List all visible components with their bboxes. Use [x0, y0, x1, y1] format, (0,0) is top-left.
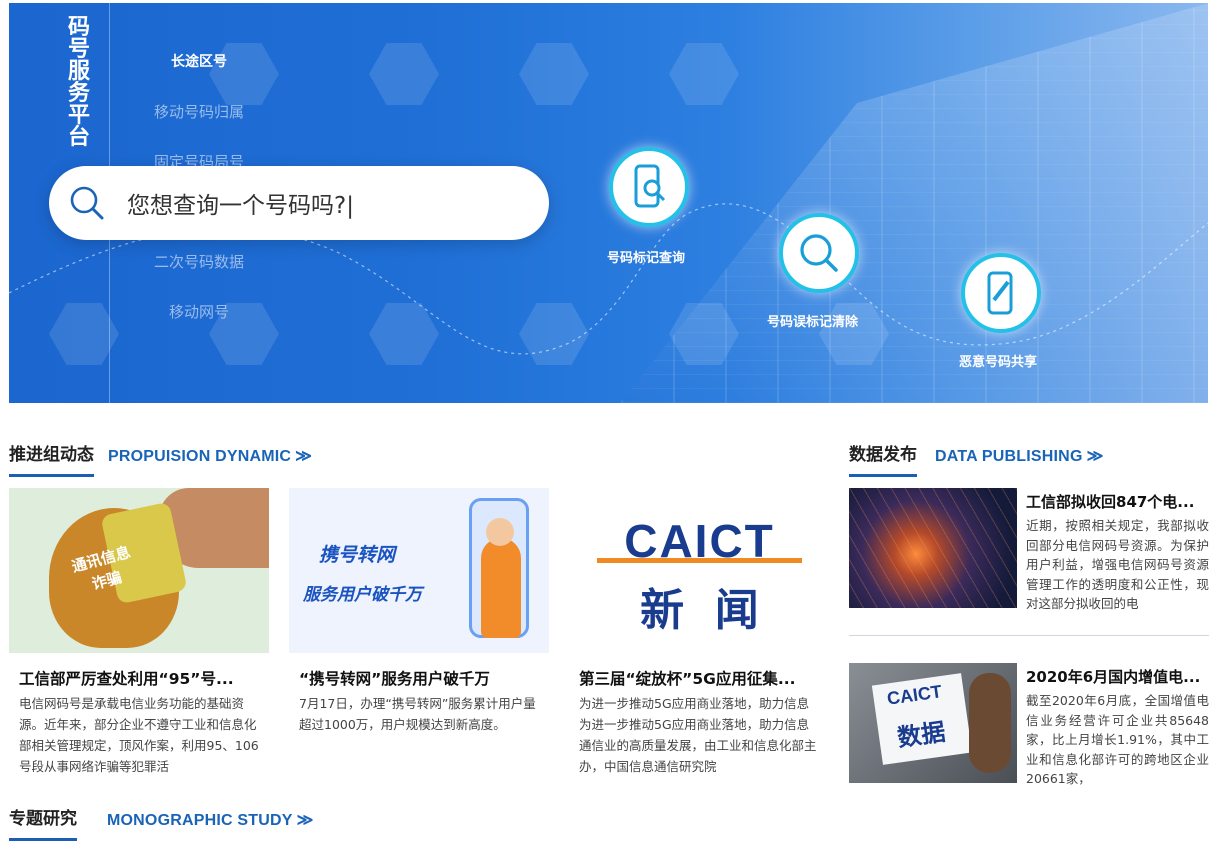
search-placeholder: 您想查询一个号码吗?| — [127, 193, 354, 219]
dynamic-section-header: 推进组动态 PROPUISION DYNAMIC ≫ — [9, 440, 312, 477]
menu-item-secondary-number-data[interactable]: 二次号码数据 — [119, 251, 279, 272]
data-publishing-item[interactable]: CAICT 数据 2020年6月国内增值电... 截至2020年6月底，全国增值… — [849, 663, 1209, 786]
phone-edit-icon — [987, 271, 1013, 315]
data-publishing-divider — [849, 635, 1209, 636]
news-card-image-fraud[interactable]: 通讯信息诈骗 — [9, 488, 269, 653]
news-card-title[interactable]: 工信部严厉查处利用“95”号... — [19, 667, 259, 689]
news-card-desc: 7月17日，办理“携号转网”服务累计用户量超过1000万，用户规模达到新高度。 — [299, 696, 536, 732]
news-card-image-caict-news[interactable]: CAICT 新 闻 — [569, 488, 829, 653]
search-icon[interactable] — [67, 183, 107, 223]
data-publishing-desc: 近期，按照相关规定，我部拟收回部分电信网码号资源。为保护用户利益，增强电信网码号… — [1026, 518, 1209, 611]
phone-search-icon — [634, 164, 666, 208]
news-card[interactable]: 通讯信息诈骗 工信部严厉查处利用“95”号... 电信网码号是承载电信业务功能的… — [9, 488, 269, 777]
data-logo-text: 数据 — [895, 717, 948, 753]
news-card-desc: 为进一步推动5G应用商业落地，助力信息为进一步推动5G应用商业落地，助力信息通信… — [579, 696, 817, 774]
malicious-number-share-button[interactable] — [961, 253, 1041, 333]
portability-image-text-1: 携号转网 — [319, 544, 396, 566]
double-chevron-right-icon: ≫ — [295, 447, 313, 465]
publishing-section-header: 数据发布 DATA PUBLISHING ≫ — [849, 440, 1104, 477]
news-logo-text: 新 闻 — [640, 585, 759, 636]
platform-title: 码号服务平台 — [67, 15, 90, 150]
caict-data-thumbnail[interactable]: CAICT 数据 — [849, 663, 1017, 783]
dynamic-more-link[interactable]: PROPUISION DYNAMIC ≫ — [108, 446, 312, 466]
circuit-board-thumbnail[interactable] — [849, 488, 1017, 608]
mislabel-clear-label[interactable]: 号码误标记清除 — [767, 311, 858, 330]
magnifier-icon — [800, 234, 838, 272]
hero-banner: 码号服务平台 长途区号 移动号码归属 固定号码局号 二次号码数据 移动网号 您想… — [9, 3, 1208, 403]
news-card[interactable]: 携号转网 服务用户破千万 “携号转网”服务用户破千万 7月17日，办理“携号转网… — [289, 488, 549, 777]
number-tag-query-label[interactable]: 号码标记查询 — [607, 247, 685, 266]
menu-item-mobile-network-code[interactable]: 移动网号 — [119, 301, 279, 322]
search-input[interactable]: 您想查询一个号码吗?| — [49, 166, 549, 240]
news-card-title[interactable]: 第三届“绽放杯”5G应用征集... — [579, 667, 819, 689]
news-card-image-number-portability[interactable]: 携号转网 服务用户破千万 — [289, 488, 549, 653]
publishing-title-cn: 数据发布 — [849, 440, 917, 477]
malicious-number-share-label[interactable]: 恶意号码共享 — [959, 351, 1037, 370]
portability-image-text-2: 服务用户破千万 — [303, 585, 422, 605]
news-card-title[interactable]: “携号转网”服务用户破千万 — [299, 667, 539, 689]
news-card-desc: 电信网码号是承载电信业务功能的基础资源。近年来，部分企业不遵守工业和信息化部相关… — [19, 696, 259, 774]
dynamic-title-cn: 推进组动态 — [9, 440, 94, 477]
data-publishing-title[interactable]: 2020年6月国内增值电... — [1026, 666, 1209, 687]
data-publishing-item[interactable]: 工信部拟收回847个电... 近期，按照相关规定，我部拟收回部分电信网码号资源。… — [849, 488, 1209, 611]
data-publishing-title[interactable]: 工信部拟收回847个电... — [1026, 491, 1209, 512]
menu-item-long-distance-code[interactable]: 长途区号 — [119, 51, 279, 71]
double-chevron-right-icon: ≫ — [296, 811, 314, 829]
mislabel-clear-button[interactable] — [779, 213, 859, 293]
data-publishing-desc: 截至2020年6月底，全国增值电信业务经营许可企业共85648家，比上月增长1.… — [1026, 693, 1209, 786]
publishing-more-link[interactable]: DATA PUBLISHING ≫ — [935, 446, 1104, 466]
news-card[interactable]: CAICT 新 闻 第三届“绽放杯”5G应用征集... 为进一步推动5G应用商业… — [569, 488, 829, 777]
double-chevron-right-icon: ≫ — [1086, 447, 1104, 465]
menu-item-mobile-attribution[interactable]: 移动号码归属 — [119, 101, 279, 122]
number-tag-query-button[interactable] — [609, 147, 689, 227]
